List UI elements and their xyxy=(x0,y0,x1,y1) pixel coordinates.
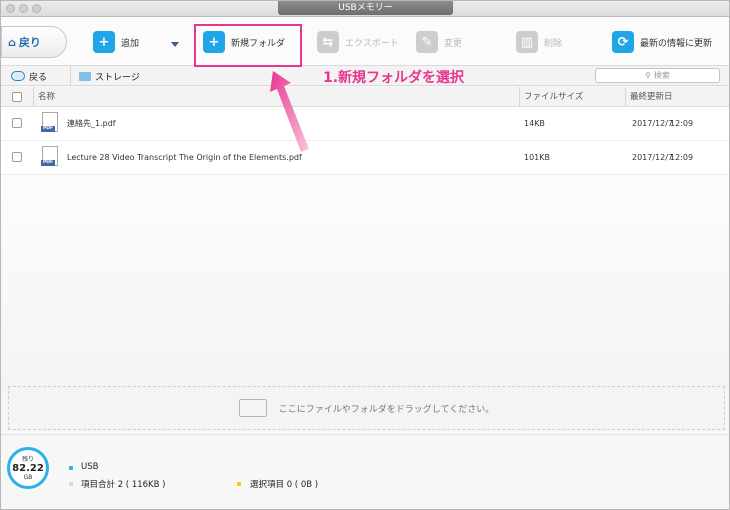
add-button-label: 追加 xyxy=(121,38,140,49)
search-placeholder: 検索 xyxy=(653,71,670,80)
folder-outline-icon xyxy=(238,399,267,417)
refresh-button[interactable]: ⟳ 最新の情報に更新 xyxy=(612,29,712,55)
row-checkbox[interactable] xyxy=(12,118,22,128)
breadcrumb-label: ストレージ xyxy=(95,72,140,83)
pdf-file-icon xyxy=(41,112,58,132)
total-dot xyxy=(69,482,73,486)
add-button[interactable]: + 追加 xyxy=(93,29,139,55)
edit-icon: ✎ xyxy=(416,31,438,53)
row-checkbox[interactable] xyxy=(12,152,22,162)
home-icon: ⌂ xyxy=(8,35,16,49)
toolbar: ⌂ 戻り + 追加 + 新規フォルダ ⇆ エクスポート ✎ 変更 ▥ 削除 ⟳ … xyxy=(1,17,729,65)
pdf-file-icon xyxy=(41,146,58,166)
nav-back-label: 戻る xyxy=(29,72,48,83)
export-icon: ⇆ xyxy=(317,31,339,53)
storage-gauge: 残り 82.22 GB xyxy=(7,447,49,489)
zoom-window-button[interactable] xyxy=(32,4,41,13)
search-icon: ⚲ xyxy=(645,71,651,80)
file-date: 2017/12/7 xyxy=(632,153,674,162)
select-all-checkbox[interactable] xyxy=(12,92,22,102)
file-size: 101KB xyxy=(524,153,551,162)
selected-items: 選択項目 0 ( 0B ) xyxy=(250,480,319,490)
app-window: USBメモリー ⌂ 戻り + 追加 + 新規フォルダ ⇆ エクスポート ✎ 変更… xyxy=(0,0,730,510)
file-list: 連絡先_1.pdf 14KB 2017/12/7 12:09 Lecture 2… xyxy=(1,107,729,391)
selected-dot xyxy=(237,482,241,486)
window-title: USBメモリー xyxy=(278,1,453,15)
nav-back-button[interactable]: 戻る xyxy=(1,66,71,86)
refresh-icon: ⟳ xyxy=(612,31,634,53)
annotation-arrow-icon xyxy=(270,71,309,152)
column-size[interactable]: ファイルサイズ xyxy=(519,87,625,107)
change-label: 変更 xyxy=(444,38,463,49)
back-button[interactable]: ⌂ 戻り xyxy=(1,26,67,58)
remaining-value: 82.22 xyxy=(12,463,44,474)
delete-button[interactable]: ▥ 削除 xyxy=(516,29,562,55)
export-button[interactable]: ⇆ エクスポート xyxy=(317,29,399,55)
remaining-unit: GB xyxy=(23,474,33,481)
add-file-icon: + xyxy=(93,31,115,53)
table-row[interactable]: 連絡先_1.pdf 14KB 2017/12/7 12:09 xyxy=(1,107,729,141)
column-modified[interactable]: 最終更新日 xyxy=(625,87,729,107)
search-input[interactable]: ⚲ 検索 xyxy=(595,68,720,83)
file-name: Lecture 28 Video Transcript The Origin o… xyxy=(67,153,302,162)
table-header: 名称 ファイルサイズ 最終更新日 xyxy=(1,87,729,107)
status-footer: 残り 82.22 GB USB 項目合計 2 ( 116KB ) 選択項目 0 … xyxy=(1,434,729,509)
remaining-label: 残り xyxy=(21,456,34,463)
drop-zone-text: ここにファイルやフォルダをドラッグしてください。 xyxy=(278,404,495,415)
item-total: 項目合計 2 ( 116KB ) xyxy=(81,480,166,490)
trash-icon: ▥ xyxy=(516,31,538,53)
back-button-label: 戻り xyxy=(18,36,41,49)
table-row[interactable]: Lecture 28 Video Transcript The Origin o… xyxy=(1,141,729,175)
device-icon xyxy=(11,71,25,81)
file-time: 12:09 xyxy=(670,119,694,128)
change-button[interactable]: ✎ 変更 xyxy=(416,29,462,55)
file-time: 12:09 xyxy=(670,153,694,162)
delete-label: 削除 xyxy=(544,38,563,49)
refresh-label: 最新の情報に更新 xyxy=(640,38,713,49)
file-date: 2017/12/7 xyxy=(632,119,674,128)
title-bar: USBメモリー xyxy=(1,1,729,17)
file-name: 連絡先_1.pdf xyxy=(67,119,116,128)
export-label: エクスポート xyxy=(345,38,399,49)
device-label: USB xyxy=(81,462,99,472)
minimize-window-button[interactable] xyxy=(19,4,28,13)
annotation-text: 1.新規フォルダを選択 xyxy=(323,70,465,86)
drop-zone[interactable]: ここにファイルやフォルダをドラッグしてください。 xyxy=(8,386,725,430)
breadcrumb[interactable]: ストレージ xyxy=(79,66,140,86)
add-dropdown-caret[interactable] xyxy=(171,42,179,47)
file-size: 14KB xyxy=(524,119,545,128)
new-folder-highlight xyxy=(194,24,302,67)
close-window-button[interactable] xyxy=(6,4,15,13)
device-dot xyxy=(69,466,73,470)
folder-icon xyxy=(79,71,91,81)
